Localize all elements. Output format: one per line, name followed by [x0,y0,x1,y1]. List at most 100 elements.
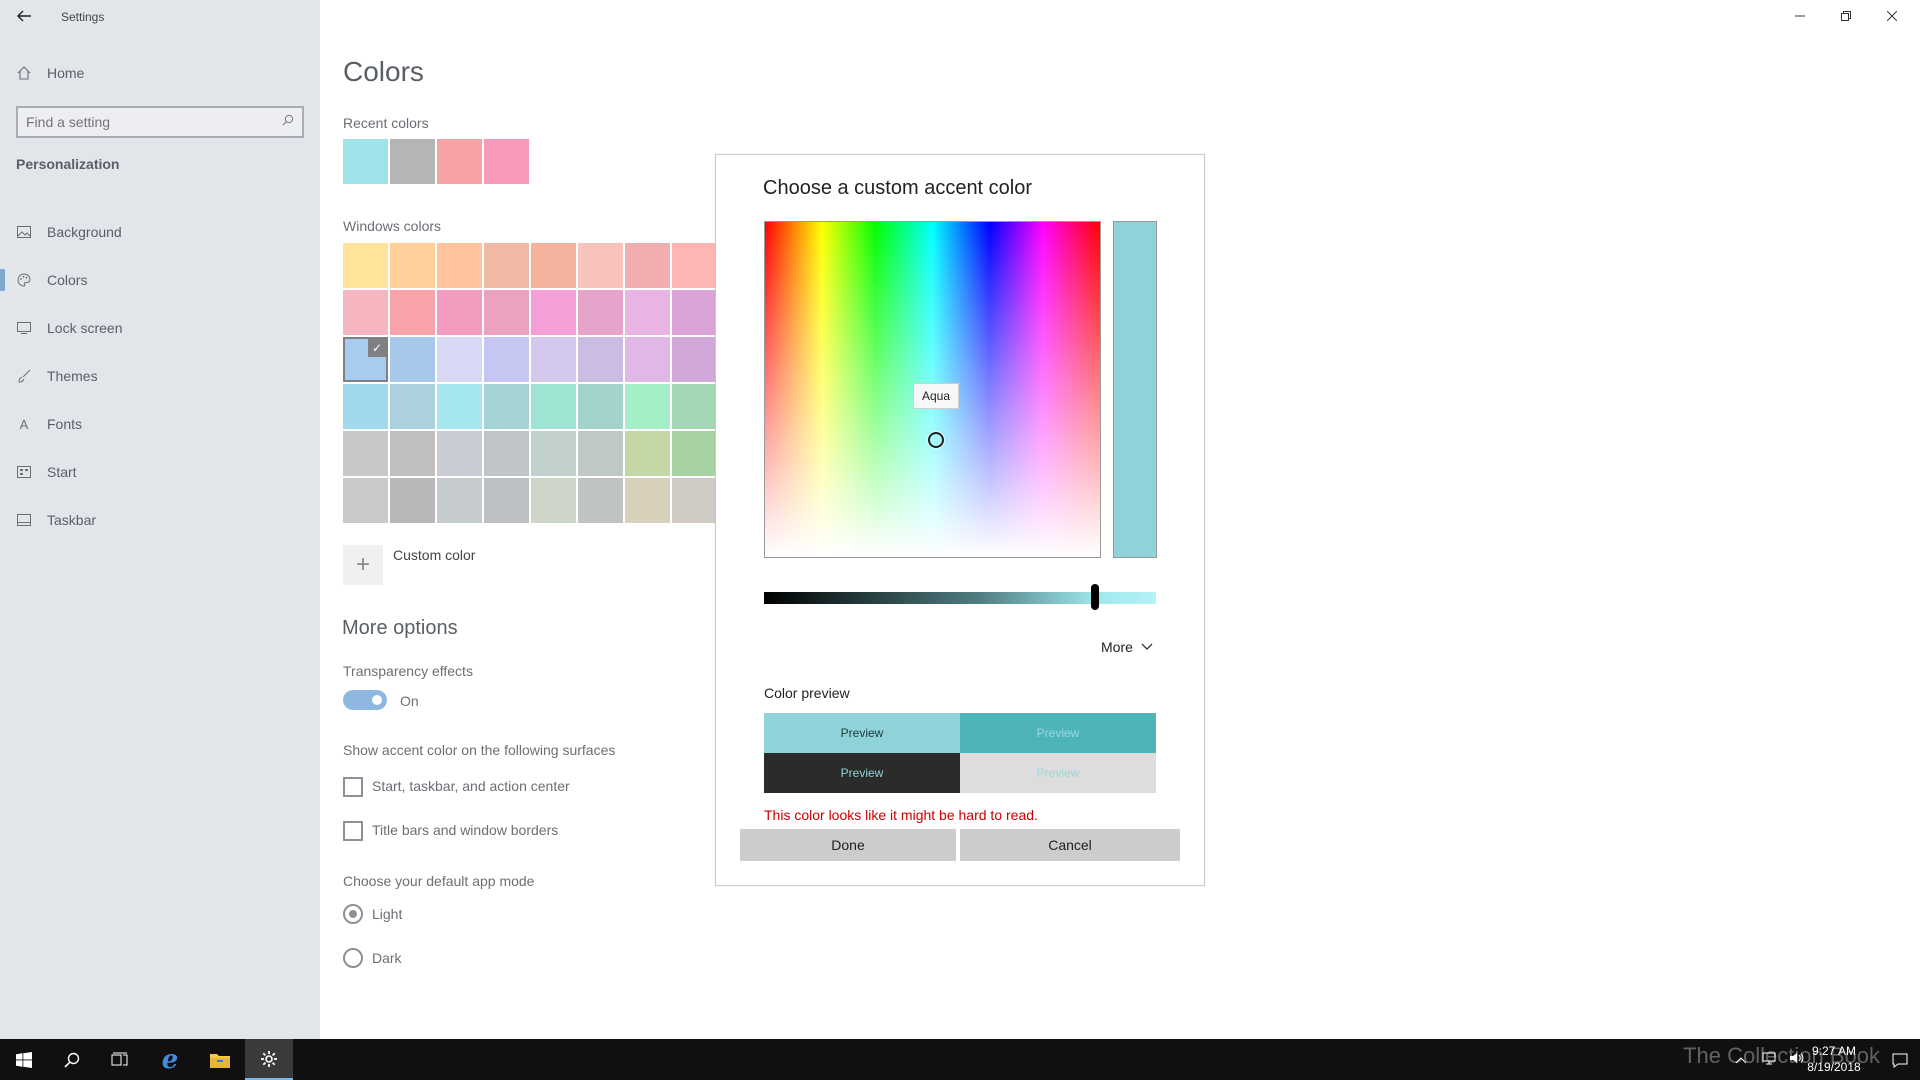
edge-app[interactable]: e [146,1039,194,1080]
windows-color-swatch[interactable] [625,384,670,429]
windows-color-swatch[interactable] [484,243,529,288]
preview-sample: Preview [764,753,960,793]
windows-color-swatch[interactable] [343,243,388,288]
close-button[interactable] [1869,0,1915,32]
windows-color-swatch[interactable] [437,337,482,382]
windows-color-swatch[interactable] [437,384,482,429]
network-icon[interactable] [1761,1051,1777,1068]
windows-color-swatch[interactable] [390,384,435,429]
mode-light-radio[interactable] [343,904,363,924]
windows-color-swatch[interactable] [578,384,623,429]
sidebar-item-start[interactable]: Start [0,448,320,496]
sidebar-item-themes[interactable]: Themes [0,352,320,400]
restore-button[interactable] [1823,0,1869,32]
windows-color-swatch[interactable] [625,290,670,335]
windows-color-swatch[interactable] [437,290,482,335]
windows-color-swatch[interactable] [437,478,482,523]
windows-color-swatch[interactable] [484,478,529,523]
start-button[interactable] [0,1039,48,1080]
windows-color-swatch[interactable] [672,337,717,382]
minimize-button[interactable] [1777,0,1823,32]
cancel-button[interactable]: Cancel [960,829,1180,861]
search-button[interactable] [48,1039,96,1080]
windows-color-swatch[interactable] [343,290,388,335]
start-taskbar-checkbox-label[interactable]: Start, taskbar, and action center [372,778,570,794]
transparency-toggle[interactable] [343,690,387,710]
windows-color-swatch[interactable] [578,290,623,335]
task-view-button[interactable] [96,1039,144,1080]
sidebar-home[interactable]: Home [16,60,84,86]
windows-color-swatch[interactable] [437,431,482,476]
mode-dark-label[interactable]: Dark [372,950,402,966]
mode-light-label[interactable]: Light [372,906,402,922]
windows-color-swatch[interactable] [672,384,717,429]
windows-color-swatch[interactable] [625,243,670,288]
search-icon[interactable] [282,113,294,131]
action-center-button[interactable] [1880,1039,1920,1080]
windows-color-swatch[interactable]: ✓ [343,337,388,382]
find-setting-search[interactable] [16,106,304,138]
windows-color-swatch[interactable] [531,478,576,523]
start-taskbar-checkbox[interactable] [343,777,363,797]
back-arrow-icon[interactable] [14,4,34,28]
custom-accent-color-dialog: Choose a custom accent color Aqua More C… [715,154,1205,886]
search-input[interactable] [26,114,266,130]
windows-color-swatch[interactable] [343,384,388,429]
task-view-icon [111,1052,128,1065]
windows-color-swatch[interactable] [484,384,529,429]
recent-color-swatch[interactable] [484,139,529,184]
home-label: Home [47,65,85,81]
recent-color-swatch[interactable] [390,139,435,184]
windows-color-swatch[interactable] [578,243,623,288]
windows-color-swatch[interactable] [672,431,717,476]
windows-color-swatch[interactable] [531,431,576,476]
checkmark-icon: ✓ [368,339,386,357]
mode-dark-radio[interactable] [343,948,363,968]
custom-color-label[interactable]: Custom color [393,547,475,563]
windows-color-swatch[interactable] [390,290,435,335]
windows-color-swatch[interactable] [672,290,717,335]
sidebar-item-fonts[interactable]: A Fonts [0,400,320,448]
sidebar-item-lock-screen[interactable]: Lock screen [0,304,320,352]
windows-color-swatch[interactable] [484,290,529,335]
chevron-up-icon[interactable] [1735,1053,1747,1067]
windows-color-swatch[interactable] [484,337,529,382]
windows-color-swatch[interactable] [484,431,529,476]
sidebar-item-colors[interactable]: Colors [0,256,320,304]
windows-color-swatch[interactable] [625,431,670,476]
color-preview-grid: Preview Preview Preview Preview [764,713,1156,793]
windows-color-swatch[interactable] [531,337,576,382]
more-toggle[interactable]: More [1101,639,1153,655]
windows-color-swatch[interactable] [531,290,576,335]
windows-color-swatch[interactable] [390,337,435,382]
windows-color-swatch[interactable] [437,243,482,288]
windows-color-swatch[interactable] [578,431,623,476]
windows-color-swatch[interactable] [531,384,576,429]
sidebar-item-taskbar[interactable]: Taskbar [0,496,320,544]
sidebar-item-background[interactable]: Background [0,208,320,256]
settings-app[interactable] [245,1039,293,1080]
recent-color-swatch[interactable] [343,139,388,184]
windows-color-swatch[interactable] [625,478,670,523]
windows-color-swatch[interactable] [343,478,388,523]
color-picker-handle[interactable] [928,432,944,448]
windows-color-swatch[interactable] [531,243,576,288]
windows-color-swatch[interactable] [672,478,717,523]
windows-color-swatch[interactable] [578,478,623,523]
file-explorer-app[interactable] [196,1039,244,1080]
windows-color-swatch[interactable] [390,478,435,523]
custom-color-button[interactable]: + [343,545,383,585]
windows-color-swatch[interactable] [578,337,623,382]
done-button[interactable]: Done [740,829,956,861]
taskbar-clock[interactable]: 9:27 AM 8/19/2018 [1794,1043,1874,1075]
windows-color-swatch[interactable] [672,243,717,288]
windows-color-swatch[interactable] [390,243,435,288]
sidebar-item-label: Lock screen [47,320,123,336]
recent-color-swatch[interactable] [437,139,482,184]
brightness-slider-thumb[interactable] [1091,584,1099,610]
windows-color-swatch[interactable] [625,337,670,382]
title-bars-checkbox[interactable] [343,821,363,841]
title-bars-checkbox-label[interactable]: Title bars and window borders [372,822,558,838]
windows-color-swatch[interactable] [390,431,435,476]
windows-color-swatch[interactable] [343,431,388,476]
